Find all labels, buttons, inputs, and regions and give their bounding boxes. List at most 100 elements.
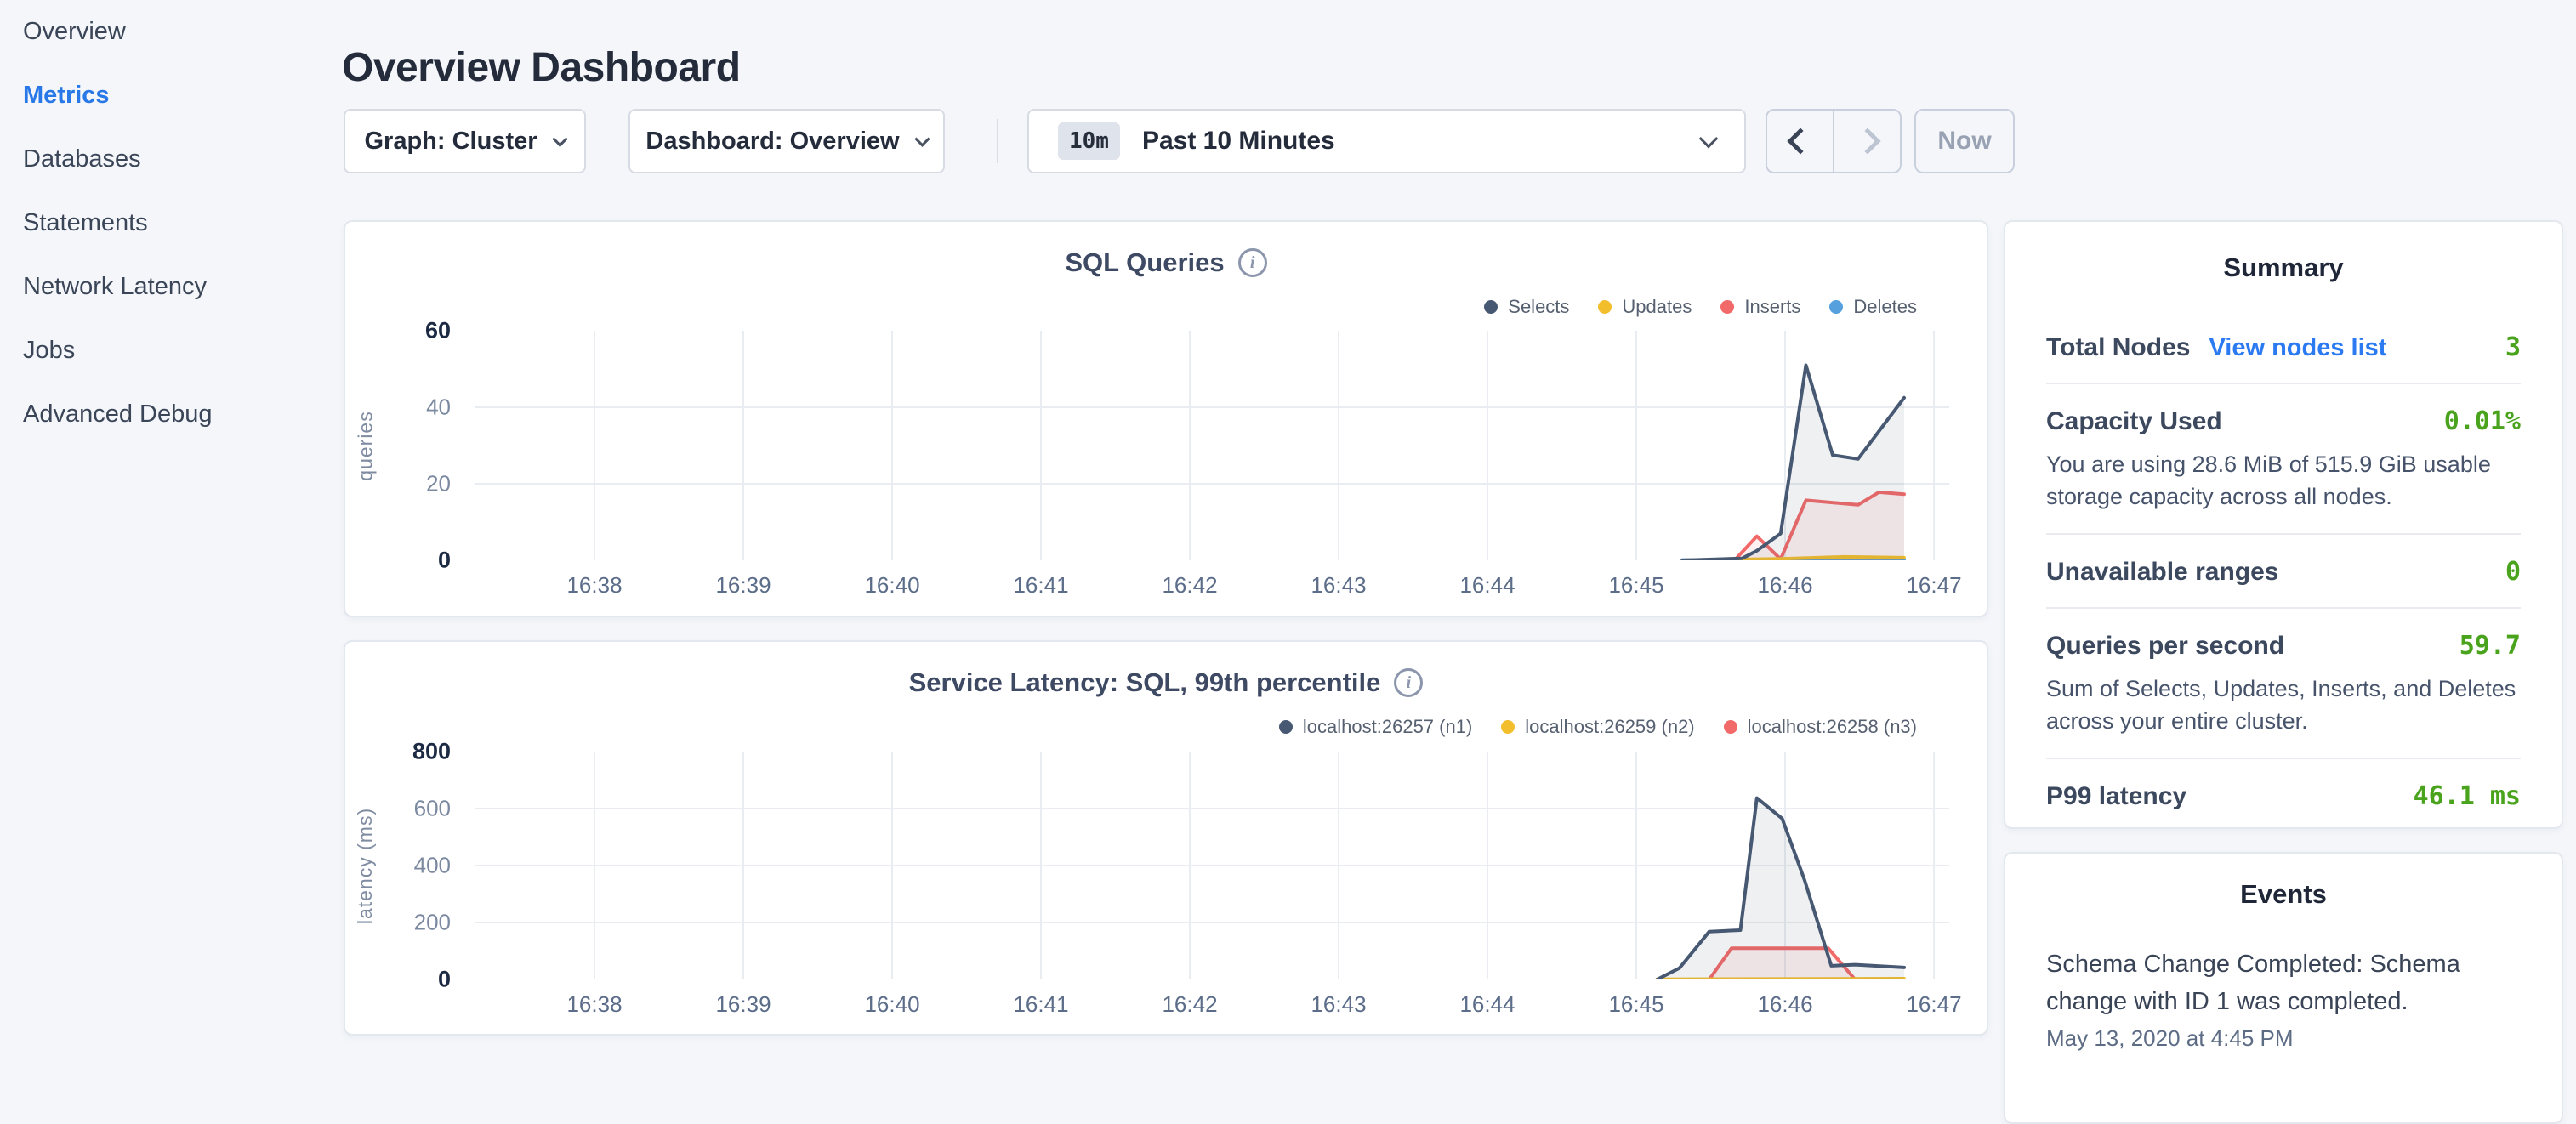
sql-queries-chart-card: SQL Queries i Selects Updates Inserts Delet… xyxy=(344,220,1988,617)
y-axis-tick: 0 xyxy=(438,548,451,574)
y-axis-tick: 20 xyxy=(426,471,451,497)
x-axis-tick: 16:46 xyxy=(1757,991,1812,1018)
summary-stat-label: Unavailable ranges xyxy=(2046,558,2278,587)
graph-scope-dropdown[interactable]: Graph: Cluster xyxy=(344,109,586,173)
summary-stat-row: Capacity Used 0.01% xyxy=(2046,406,2521,436)
view-nodes-list-link[interactable]: View nodes list xyxy=(2209,334,2386,362)
service-latency-plot-area[interactable]: latency (ms) 020040060080016:3816:3916:4… xyxy=(475,752,1949,979)
summary-stat-value: 0.01% xyxy=(2444,406,2521,436)
legend-item[interactable]: Inserts xyxy=(1720,296,1800,318)
summary-stat-description: Sum of Selects, Updates, Inserts, and De… xyxy=(2046,673,2521,737)
y-axis-tick: 40 xyxy=(426,395,451,421)
y-axis-tick: 0 xyxy=(438,967,451,993)
y-axis-tick: 200 xyxy=(414,910,451,936)
summary-stat-description: You are using 28.6 MiB of 515.9 GiB usab… xyxy=(2046,448,2521,513)
chevron-down-icon xyxy=(1699,129,1719,149)
service-latency-chart-card: Service Latency: SQL, 99th percentile i … xyxy=(344,640,1988,1036)
summary-panel: Summary Total NodesView nodes list3Capac… xyxy=(2004,220,2563,829)
x-axis-tick: 16:43 xyxy=(1311,572,1366,599)
legend-label: localhost:26259 (n2) xyxy=(1525,716,1694,738)
summary-stat-row: Queries per second 59.7 xyxy=(2046,631,2521,661)
sidebar-item-advanced-debug[interactable]: Advanced Debug xyxy=(0,383,333,446)
legend-label: Selects xyxy=(1508,296,1569,318)
x-axis-tick: 16:39 xyxy=(715,991,771,1018)
sidebar-item-metrics[interactable]: Metrics xyxy=(0,64,333,128)
legend-item[interactable]: Updates xyxy=(1598,296,1692,318)
summary-stat-row: Total NodesView nodes list3 xyxy=(2046,332,2521,362)
summary-stat-label: Queries per second xyxy=(2046,632,2284,661)
legend-label: Updates xyxy=(1622,296,1692,318)
legend-item[interactable]: localhost:26258 (n3) xyxy=(1724,716,1917,738)
summary-stat: Capacity Used 0.01% You are using 28.6 MiB… xyxy=(2046,383,2521,533)
sidebar-item-network-latency[interactable]: Network Latency xyxy=(0,255,333,319)
chart-title: SQL Queries xyxy=(1065,247,1224,278)
summary-stat-row: P99 latency46.1 ms xyxy=(2046,781,2521,811)
summary-stat: Queries per second 59.7 Sum of Selects, Up… xyxy=(2046,607,2521,758)
sql-queries-plot-area[interactable]: queries 020406016:3816:3916:4016:4116:42… xyxy=(475,331,1949,560)
time-window-badge: 10m xyxy=(1058,122,1120,160)
legend-item[interactable]: localhost:26257 (n1) xyxy=(1279,716,1472,738)
info-icon[interactable]: i xyxy=(1394,668,1423,697)
legend-label: Deletes xyxy=(1853,296,1917,318)
x-axis-tick: 16:47 xyxy=(1906,572,1961,599)
x-axis-tick: 16:41 xyxy=(1013,991,1068,1018)
time-range-dropdown[interactable]: 10m Past 10 Minutes xyxy=(1027,109,1746,173)
x-axis-tick: 16:40 xyxy=(864,572,919,599)
legend-label: localhost:26258 (n3) xyxy=(1748,716,1917,738)
x-axis-tick: 16:45 xyxy=(1608,572,1663,599)
sidebar-nav-list: OverviewMetricsDatabasesStatementsNetwor… xyxy=(0,0,333,446)
x-axis-tick: 16:42 xyxy=(1162,572,1217,599)
legend-item[interactable]: Deletes xyxy=(1829,296,1917,318)
chart-canvas xyxy=(475,331,1949,560)
sidebar: OverviewMetricsDatabasesStatementsNetwor… xyxy=(0,0,333,1051)
chart-canvas xyxy=(475,752,1949,979)
x-axis-tick: 16:45 xyxy=(1608,991,1663,1018)
x-axis-tick: 16:42 xyxy=(1162,991,1217,1018)
sidebar-item-statements[interactable]: Statements xyxy=(0,191,333,255)
x-axis-tick: 16:40 xyxy=(864,991,919,1018)
summary-stat-value: 59.7 xyxy=(2459,631,2521,661)
summary-stat-value: 3 xyxy=(2505,332,2521,362)
sidebar-item-databases[interactable]: Databases xyxy=(0,128,333,191)
legend-label: Inserts xyxy=(1744,296,1800,318)
summary-stat-label: P99 latency xyxy=(2046,782,2186,811)
y-axis-tick: 600 xyxy=(414,796,451,822)
previous-time-window-button[interactable] xyxy=(1767,111,1833,172)
sidebar-item-overview[interactable]: Overview xyxy=(0,0,333,64)
chart-legend: localhost:26257 (n1) localhost:26259 (n2)… xyxy=(1279,716,1917,738)
dashboard-dropdown[interactable]: Dashboard: Overview xyxy=(628,109,945,173)
x-axis-tick: 16:47 xyxy=(1906,991,1961,1018)
legend-item[interactable]: localhost:26259 (n2) xyxy=(1501,716,1694,738)
time-window-label: Past 10 Minutes xyxy=(1142,127,1335,156)
summary-stat-label: Capacity Used xyxy=(2046,407,2222,436)
y-axis-tick: 60 xyxy=(425,318,451,344)
legend-dot-icon xyxy=(1598,300,1612,314)
y-axis-label: queries xyxy=(347,331,384,560)
legend-item[interactable]: Selects xyxy=(1484,296,1569,318)
y-axis-tick: 400 xyxy=(414,853,451,879)
legend-dot-icon xyxy=(1829,300,1843,314)
legend-dot-icon xyxy=(1724,720,1737,734)
graph-scope-dropdown-label: Graph: Cluster xyxy=(364,128,537,156)
chevron-left-icon xyxy=(1787,128,1813,154)
summary-stat-value: 0 xyxy=(2505,557,2521,587)
summary-stat: Total NodesView nodes list3 xyxy=(2046,283,2521,383)
chart-title: Service Latency: SQL, 99th percentile xyxy=(909,667,1381,698)
event-list-item[interactable]: Schema Change Completed: Schema change w… xyxy=(2046,945,2521,1052)
legend-dot-icon xyxy=(1720,300,1734,314)
y-axis-tick: 800 xyxy=(412,739,451,765)
now-button[interactable]: Now xyxy=(1914,109,2015,173)
summary-stat-row: Unavailable ranges 0 xyxy=(2046,557,2521,587)
x-axis-tick: 16:46 xyxy=(1757,572,1812,599)
sidebar-item-jobs[interactable]: Jobs xyxy=(0,319,333,383)
summary-stat: P99 latency46.1 ms xyxy=(2046,758,2521,829)
time-step-buttons xyxy=(1766,109,1902,173)
page-title: Overview Dashboard xyxy=(342,44,741,91)
next-time-window-button[interactable] xyxy=(1833,111,1900,172)
events-panel-title: Events xyxy=(2046,854,2521,910)
legend-label: localhost:26257 (n1) xyxy=(1303,716,1472,738)
info-icon[interactable]: i xyxy=(1238,248,1267,277)
legend-dot-icon xyxy=(1484,300,1498,314)
events-list: Schema Change Completed: Schema change w… xyxy=(2046,945,2521,1052)
x-axis-tick: 16:43 xyxy=(1311,991,1366,1018)
